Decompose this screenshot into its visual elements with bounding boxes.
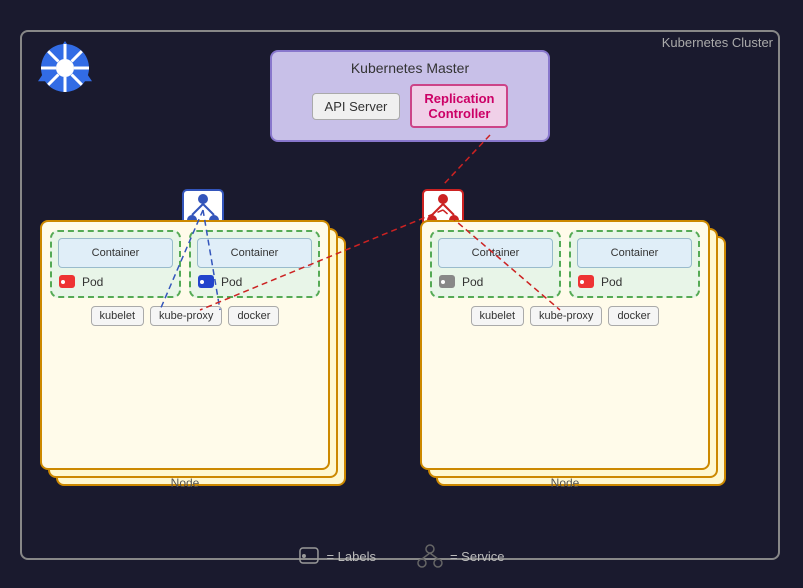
legend-service-icon [416,544,444,568]
replication-controller-box: ReplicationController [410,84,508,128]
right-pod1-container: Container [438,238,553,268]
right-kubelet: kubelet [471,306,524,326]
right-pod2-tag-icon [577,274,597,290]
kubernetes-logo [35,38,95,98]
legend-labels: = Labels [298,547,376,565]
legend: = Labels = Service [298,544,504,568]
left-pod1-label-row: Pod [58,274,173,290]
left-node-content: Container Pod Container [40,220,330,470]
right-pod2-label: Pod [601,275,622,289]
right-pod-1: Container Pod [430,230,561,298]
left-pod-1: Container Pod [50,230,181,298]
legend-service-text: = Service [450,549,505,564]
left-node-bottom: kubelet kube-proxy docker [50,306,320,326]
node-group-right: Container Pod Container [420,220,750,500]
left-pods-row: Container Pod Container [50,230,320,298]
left-pod1-label: Pod [82,275,103,289]
left-kube-proxy: kube-proxy [150,306,222,326]
left-node-title: Node [40,476,330,490]
left-pod1-tag-icon [58,274,78,290]
right-pod1-label: Pod [462,275,483,289]
legend-labels-text: = Labels [326,549,376,564]
right-pod1-label-row: Pod [438,274,553,290]
master-title: Kubernetes Master [284,60,536,76]
legend-tag-icon [298,547,320,565]
left-pod2-label: Pod [221,275,242,289]
right-kube-proxy: kube-proxy [530,306,602,326]
right-docker: docker [608,306,659,326]
right-node-title: Node [420,476,710,490]
left-node-stack: Container Pod Container [40,220,340,490]
cluster-label: Kubernetes Cluster [662,35,773,50]
left-pod2-label-row: Pod [197,274,312,290]
master-inner: API Server ReplicationController [284,84,536,128]
right-pod1-tag-icon [438,274,458,290]
right-pods-row: Container Pod Container [430,230,700,298]
right-pod2-container: Container [577,238,692,268]
left-pod1-container: Container [58,238,173,268]
legend-service: = Service [416,544,505,568]
master-box: Kubernetes Master API Server Replication… [270,50,550,142]
right-pod-2: Container Pod [569,230,700,298]
main-container: Kubernetes Cluster Kubernetes Master API… [0,0,803,588]
right-node-bottom: kubelet kube-proxy docker [430,306,700,326]
node-group-left: Container Pod Container [40,220,370,500]
right-pod2-label-row: Pod [577,274,692,290]
left-pod-2: Container Pod [189,230,320,298]
api-server-box: API Server [312,93,401,120]
left-pod2-container: Container [197,238,312,268]
right-node-stack: Container Pod Container [420,220,720,490]
right-node-content: Container Pod Container [420,220,710,470]
left-pod2-tag-icon [197,274,217,290]
left-kubelet: kubelet [91,306,144,326]
left-docker: docker [228,306,279,326]
